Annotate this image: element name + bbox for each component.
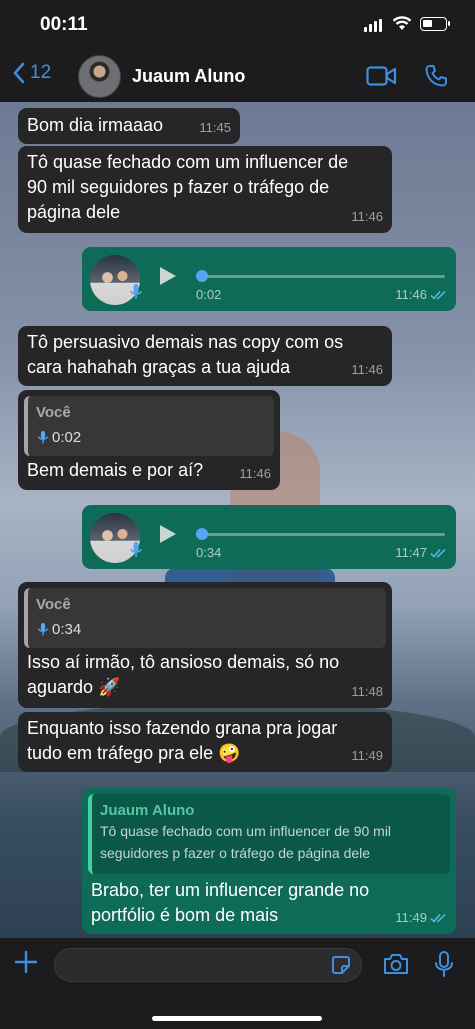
message-time: 11:46	[351, 209, 383, 224]
quoted-message[interactable]: Você 0:34	[24, 588, 386, 648]
back-button[interactable]: 12	[12, 62, 51, 84]
message-text: Bem demais e por aí?	[27, 460, 204, 480]
message-text-line: tudo em tráfego pra ele 🤪	[27, 743, 241, 763]
message-text-line: Enquanto isso fazendo grana pra jogar	[27, 718, 338, 738]
message-text-line: 90 mil seguidores p fazer o tráfego de	[27, 177, 330, 197]
unread-count: 12	[30, 62, 52, 83]
battery-icon	[420, 17, 450, 31]
incoming-message[interactable]: Tô persuasivo demais nas copy com os car…	[18, 326, 392, 386]
message-text-line: Isso aí irmão, tô ansioso demais, só no	[27, 652, 340, 672]
voice-progress-track[interactable]	[200, 275, 445, 278]
double-check-icon	[430, 548, 446, 558]
quote-author: Você	[36, 404, 71, 421]
incoming-message[interactable]: Enquanto isso fazendo grana pra jogar tu…	[18, 712, 392, 772]
quote-text-line: Tô quase fechado com um influencer de 90…	[100, 823, 392, 839]
mic-icon	[130, 542, 142, 557]
incoming-reply-message[interactable]: Você 0:02 Bem demais e por aí? 11:46	[18, 390, 280, 490]
incoming-message[interactable]: Tô quase fechado com um influencer de 90…	[18, 146, 392, 233]
back-chevron-icon	[13, 62, 25, 84]
double-check-icon	[430, 290, 446, 300]
double-check-icon	[430, 913, 446, 923]
message-time: 11:47	[395, 545, 427, 560]
message-input[interactable]	[54, 948, 362, 982]
message-text-line: Brabo, ter um influencer grande no	[91, 880, 370, 900]
chat-header: 12 Juaum Aluno	[0, 52, 475, 102]
mic-icon[interactable]	[434, 950, 454, 978]
input-bar	[0, 938, 475, 1029]
voice-duration: 0:34	[196, 545, 222, 560]
home-indicator	[152, 1016, 322, 1021]
message-text: Bom dia irmaaao	[27, 115, 164, 135]
quoted-message[interactable]: Você 0:02	[24, 396, 274, 456]
chat-area[interactable]: Bom dia irmaaao 11:45 Tô quase fechado c…	[0, 102, 475, 938]
message-text-line: Tô persuasivo demais nas copy com os	[27, 332, 344, 352]
quote-duration: 0:34	[52, 621, 82, 638]
message-time: 11:49	[351, 748, 383, 763]
message-time: 11:45	[199, 120, 231, 135]
camera-icon[interactable]	[382, 952, 410, 976]
message-text-line: Tô quase fechado com um influencer de	[27, 152, 349, 172]
phone-icon[interactable]	[424, 64, 448, 88]
message-text-line: página dele	[27, 202, 121, 222]
quote-text-line: seguidores p fazer o tráfego de página d…	[100, 845, 371, 861]
mic-icon	[38, 430, 48, 444]
message-text-line: portfólio é bom de mais	[91, 905, 279, 925]
incoming-message[interactable]: Bom dia irmaaao 11:45	[18, 108, 240, 144]
outgoing-voice-message[interactable]: 0:02 11:46	[82, 247, 456, 311]
message-time: 11:48	[351, 684, 383, 699]
message-time: 11:46	[239, 466, 271, 481]
message-text-line: cara hahahah graças a tua ajuda	[27, 357, 291, 377]
mic-icon	[38, 622, 48, 636]
wifi-icon	[392, 16, 412, 30]
quote-author: Você	[36, 596, 71, 613]
contact-name[interactable]: Juaum Aluno	[132, 66, 245, 87]
video-call-icon[interactable]	[366, 66, 397, 86]
avatar[interactable]	[78, 55, 121, 98]
voice-progress-track[interactable]	[200, 533, 445, 536]
voice-progress-knob[interactable]	[196, 270, 208, 282]
status-bar: 00:11	[0, 0, 475, 52]
sticker-icon[interactable]	[330, 954, 352, 976]
message-time: 11:46	[395, 287, 427, 302]
message-time: 11:49	[395, 910, 427, 925]
cellular-signal-icon	[364, 19, 382, 32]
incoming-reply-message[interactable]: Você 0:34 Isso aí irmão, tô ansioso dema…	[18, 582, 392, 708]
play-icon[interactable]	[160, 267, 176, 285]
outgoing-voice-message[interactable]: 0:34 11:47	[82, 505, 456, 569]
voice-duration: 0:02	[196, 287, 222, 302]
voice-progress-knob[interactable]	[196, 528, 208, 540]
outgoing-reply-message[interactable]: Juaum Aluno Tô quase fechado com um infl…	[82, 788, 456, 934]
quote-duration: 0:02	[52, 429, 82, 446]
play-icon[interactable]	[160, 525, 176, 543]
message-time: 11:46	[351, 362, 383, 377]
plus-icon[interactable]	[14, 950, 38, 974]
message-text-line: aguardo 🚀	[27, 677, 121, 697]
mic-icon	[130, 284, 142, 299]
quoted-message[interactable]: Juaum Aluno Tô quase fechado com um infl…	[88, 794, 450, 874]
status-time: 00:11	[40, 14, 88, 35]
